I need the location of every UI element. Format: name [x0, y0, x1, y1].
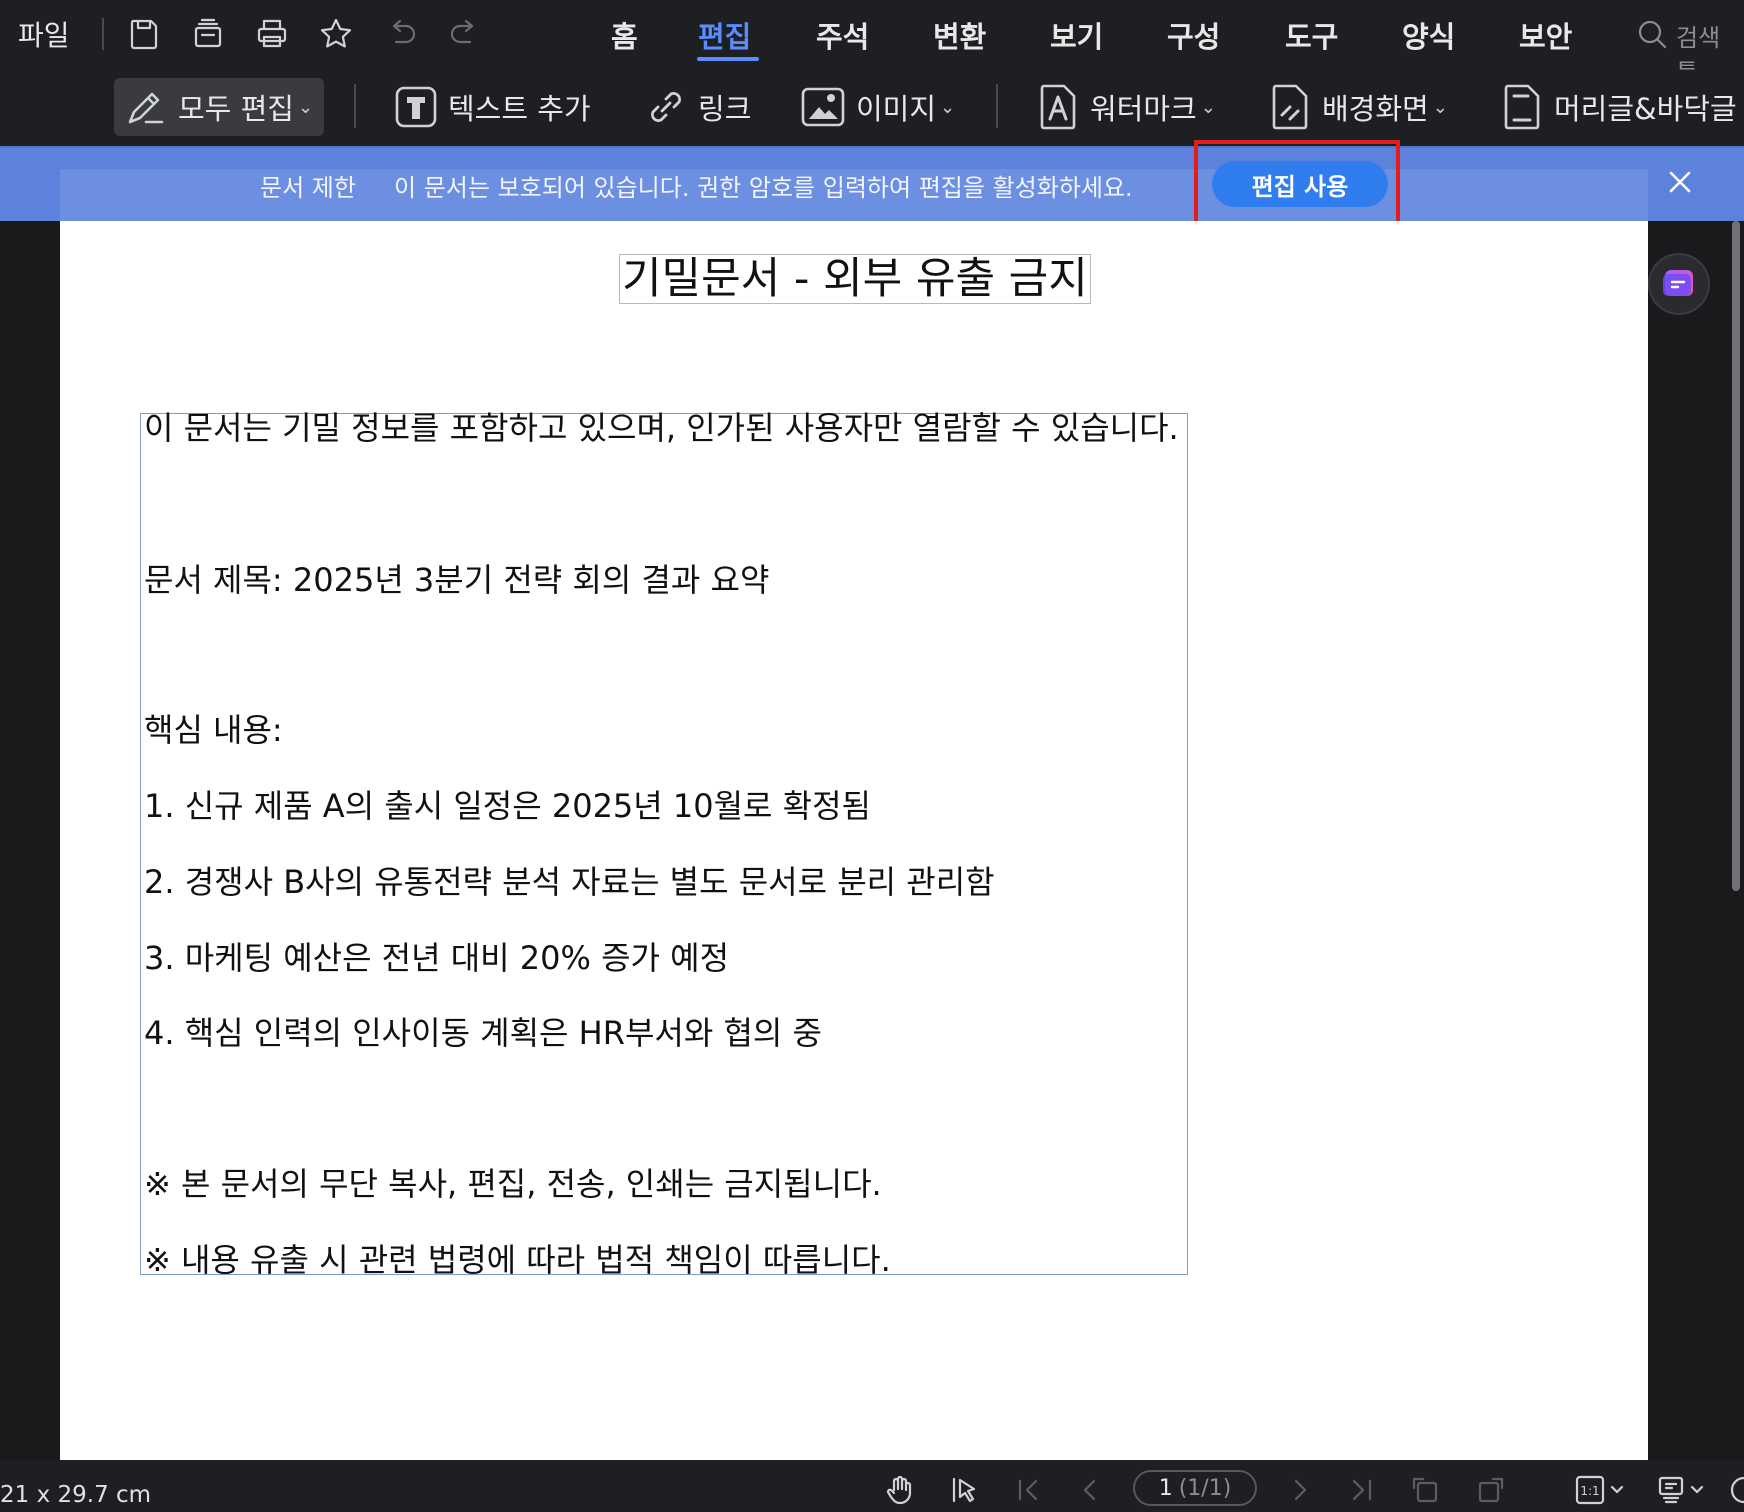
ai-assistant-button[interactable]: [1648, 253, 1710, 315]
background-button[interactable]: 배경화면 ⌄: [1268, 78, 1448, 136]
undo-icon[interactable]: [384, 16, 420, 52]
header-footer-label: 머리글&바닥글: [1554, 92, 1737, 126]
select-tool-icon[interactable]: [948, 1474, 980, 1506]
watermark-label: 워터마크: [1090, 92, 1197, 126]
background-icon: [1272, 84, 1308, 130]
actual-size-label: 1:1: [1580, 1484, 1599, 1498]
doc-line-subject: 문서 제목: 2025년 3분기 전략 회의 결과 요약: [144, 561, 770, 599]
watermark-icon: [1040, 84, 1076, 130]
tab-edit[interactable]: 편집: [698, 14, 751, 56]
next-page-icon[interactable]: [1284, 1474, 1316, 1506]
chevron-down-icon: ⌄: [940, 96, 956, 118]
divider: [354, 84, 356, 128]
chevron-down-icon: ⌄: [297, 96, 314, 118]
doc-line-item-4: 4. 핵심 인력의 인사이동 계획은 HR부서와 협의 중: [144, 1014, 822, 1052]
tab-convert[interactable]: 변환: [933, 14, 986, 56]
active-tab-indicator: [697, 57, 759, 61]
tab-protect[interactable]: 보안: [1519, 14, 1572, 56]
doc-line-item-1: 1. 신규 제품 A의 출시 일정은 2025년 10월로 확정됨: [144, 787, 871, 825]
vertical-scrollbar[interactable]: [1732, 221, 1740, 891]
header-footer-button[interactable]: 머리글&바닥글: [1500, 78, 1737, 136]
text-icon: [395, 86, 437, 128]
redo-icon[interactable]: [446, 16, 482, 52]
tab-form[interactable]: 양식: [1402, 14, 1455, 56]
doc-line-notice: 이 문서는 기밀 정보를 포함하고 있으며, 인가된 사용자만 열람할 수 있습…: [144, 409, 1179, 447]
first-page-icon[interactable]: [1012, 1474, 1044, 1506]
tab-comment[interactable]: 주석: [816, 14, 869, 56]
save-icon[interactable]: [126, 16, 162, 52]
last-page-icon[interactable]: [1346, 1474, 1378, 1506]
more-options-icon[interactable]: [1726, 1474, 1744, 1506]
menu-bar: 파일 홈 편집 주석 변환 보기 구성 도구 양식 보안 검색 툴: [0, 0, 1744, 87]
divider: [996, 84, 998, 128]
document-title[interactable]: 기밀문서 - 외부 유출 금지: [619, 254, 1091, 304]
link-icon: [651, 92, 681, 122]
print-icon[interactable]: [254, 16, 290, 52]
hand-tool-icon[interactable]: [884, 1474, 916, 1506]
background-label: 배경화면: [1322, 92, 1429, 126]
link-label: 링크: [698, 92, 752, 126]
rotate-left-icon[interactable]: [1410, 1474, 1442, 1506]
rotate-right-icon[interactable]: [1474, 1474, 1506, 1506]
image-button[interactable]: 이미지 ⌄: [800, 78, 955, 136]
save-as-icon[interactable]: [190, 16, 226, 52]
doc-line-warning-1: ※ 본 문서의 무단 복사, 편집, 전송, 인쇄는 금지됩니다.: [144, 1165, 882, 1203]
add-text-label: 텍스트 추가: [448, 92, 591, 126]
watermark-button[interactable]: 워터마크 ⌄: [1036, 78, 1216, 136]
file-menu[interactable]: 파일: [18, 14, 70, 54]
tab-home[interactable]: 홈: [611, 14, 638, 56]
actual-size-button[interactable]: 1:1: [1574, 1474, 1630, 1506]
page-total: (1/1): [1178, 1475, 1232, 1501]
doc-line-warning-2: ※ 내용 유출 시 관련 법령에 따라 법적 책임이 따릅니다.: [144, 1241, 891, 1279]
close-icon[interactable]: [1668, 170, 1692, 194]
edit-pen-icon: [128, 92, 164, 124]
star-icon[interactable]: [318, 16, 354, 52]
image-label: 이미지: [856, 92, 937, 126]
header-footer-icon: [1504, 84, 1540, 130]
left-gutter: [0, 221, 60, 1460]
text-block-frame[interactable]: [140, 413, 1188, 1275]
link-button[interactable]: 링크: [644, 78, 751, 136]
doc-line-item-3: 3. 마케팅 예산은 전년 대비 20% 증가 예정: [144, 939, 730, 977]
tab-organize[interactable]: 구성: [1167, 14, 1220, 56]
doc-line-key-points-heading: 핵심 내용:: [144, 711, 283, 749]
right-gutter: [1648, 221, 1744, 1460]
highlight-annotation-box: [1194, 140, 1400, 232]
chevron-down-icon: ⌄: [1432, 96, 1448, 118]
image-icon: [801, 87, 845, 127]
notice-title: 문서 제한: [260, 174, 356, 202]
chevron-down-icon: ⌄: [1200, 96, 1216, 118]
add-text-button[interactable]: 텍스트 추가: [394, 78, 591, 136]
page-size-readout: 21 x 29.7 cm: [0, 1482, 152, 1508]
tab-view[interactable]: 보기: [1050, 14, 1103, 56]
edit-all-label: 모두 편집: [178, 92, 294, 126]
previous-page-icon[interactable]: [1074, 1474, 1106, 1506]
edit-toolbar: 모두 편집 ⌄ 텍스트 추가 링크 이미지 ⌄ 워터마크 ⌄ 배경화면 ⌄ 머리글&바닥…: [0, 70, 1744, 146]
divider: [102, 18, 104, 50]
tab-tools[interactable]: 도구: [1285, 14, 1338, 56]
edit-all-button[interactable]: 모두 편집 ⌄: [114, 78, 324, 136]
page-number-indicator[interactable]: 1 (1/1): [1133, 1470, 1257, 1506]
doc-line-item-2: 2. 경쟁사 B사의 유통전략 분석 자료는 별도 문서로 분리 관리함: [144, 863, 995, 901]
ai-assistant-icon: [1663, 270, 1693, 296]
page-layout-button[interactable]: [1656, 1474, 1712, 1506]
current-page: 1: [1158, 1475, 1173, 1501]
notice-message: 이 문서는 보호되어 있습니다. 권한 암호를 입력하여 편집을 활성화하세요.: [394, 174, 1133, 202]
search-icon[interactable]: [1636, 18, 1668, 50]
